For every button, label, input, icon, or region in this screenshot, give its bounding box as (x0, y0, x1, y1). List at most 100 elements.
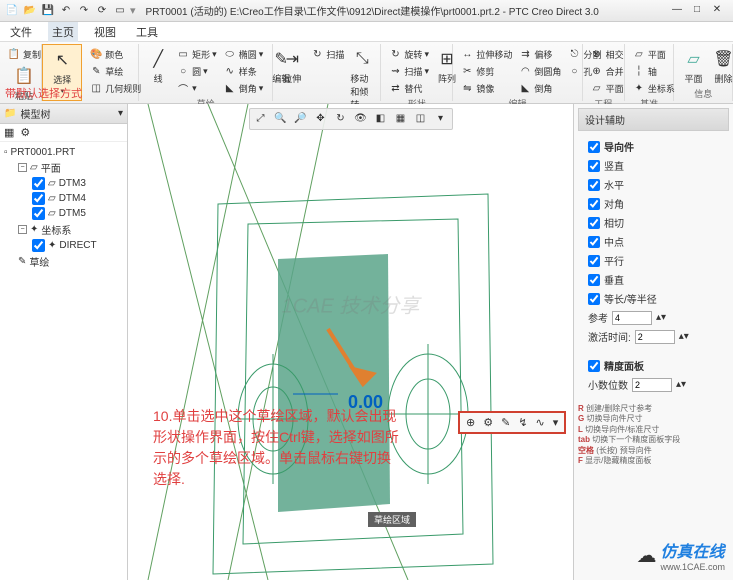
region-tag: 草绘区域 (368, 512, 416, 527)
more-view-icon[interactable]: ▾ (432, 111, 450, 127)
tree-planes[interactable]: −▱平面 (4, 159, 123, 176)
maximize-icon[interactable]: □ (689, 4, 705, 18)
snap-check-4[interactable] (588, 236, 600, 248)
rotate-icon[interactable]: ↻ (332, 111, 350, 127)
zoom-in-icon[interactable]: 🔍 (272, 111, 290, 127)
ctx-tool-5[interactable]: ∿ (536, 416, 545, 429)
copy-button[interactable]: 📋复制 (6, 46, 42, 62)
minimize-icon[interactable]: — (669, 4, 685, 18)
move-button[interactable]: ↔拉伸移动 (459, 46, 513, 62)
ctx-tool-2[interactable]: ⚙ (483, 416, 493, 429)
menu-view[interactable]: 视图 (90, 22, 120, 42)
tree-menu-icon[interactable]: ▾ (118, 108, 123, 119)
sketch-btn[interactable]: ✎草绘 (88, 63, 142, 79)
graphics-canvas[interactable]: ⤢ 🔍 🔎 ✥ ↻ 👁 ◧ ▦ ◫ ▾ (128, 104, 573, 580)
annotation-red-label: 带默认选择方式 (5, 85, 82, 101)
cancel-button[interactable]: 🗑删除 (710, 46, 733, 86)
geom-rule-btn[interactable]: ◫几何规则 (88, 80, 142, 96)
tree-dtm3[interactable]: ▱DTM3 (4, 176, 123, 191)
ctx-tool-1[interactable]: ⊕ (466, 416, 475, 429)
hidden-icon[interactable]: ◫ (412, 111, 430, 127)
move-tilt-button[interactable]: ⤡移动和倾转 (349, 46, 375, 112)
sweep-button[interactable]: ↻扫描 (309, 46, 345, 62)
ref-spinner[interactable] (612, 311, 652, 325)
line-button[interactable]: ╱线 (145, 46, 171, 86)
intersect-button[interactable]: ⊗相交 (589, 46, 625, 62)
color-button[interactable]: 🎨颜色 (88, 46, 142, 62)
menu-home[interactable]: 主页 (48, 22, 78, 42)
shade-icon[interactable]: ◧ (372, 111, 390, 127)
snap-check-0[interactable] (588, 160, 600, 172)
shell-button[interactable]: ▱平面 (589, 80, 625, 96)
shortcut-legend: R 创建/删除尺寸参考G 切换导向件尺寸L 切换导向件/标准尺寸tab 切换下一… (578, 404, 729, 466)
trim-button[interactable]: ✂修剪 (459, 63, 513, 79)
snap-check-6[interactable] (588, 274, 600, 286)
undo-icon[interactable]: ↶ (58, 3, 74, 19)
revolve-button[interactable]: ↻旋转▾ (387, 46, 430, 62)
context-toolbar: ⊕ ⚙ ✎ ↯ ∿ ▾ (458, 411, 566, 434)
tree-filter-icon[interactable]: ▦ (4, 126, 14, 139)
ctx-tool-4[interactable]: ↯ (518, 416, 527, 429)
guide-check[interactable] (588, 141, 600, 153)
axis-button[interactable]: ╎轴 (631, 63, 676, 79)
ctx-tool-3[interactable]: ✎ (501, 416, 510, 429)
precision-check[interactable] (588, 360, 600, 372)
tree-settings-icon[interactable]: ⚙ (20, 126, 30, 139)
regen-icon[interactable]: ⟳ (94, 3, 110, 19)
menu-bar: 文件 主页 视图 工具 (0, 22, 733, 42)
tree-dtm5[interactable]: ▱DTM5 (4, 206, 123, 221)
tree-csys-direct[interactable]: ✦DIRECT (4, 238, 123, 253)
circle-button[interactable]: ○圆▾ (175, 63, 218, 79)
menu-tools[interactable]: 工具 (132, 22, 162, 42)
snap-check-2[interactable] (588, 198, 600, 210)
close-win-icon[interactable]: ▭ (112, 3, 128, 19)
save-icon[interactable]: 💾 (40, 3, 56, 19)
tree-header: 📁 模型树 ▾ (0, 104, 127, 124)
view-toolbar: ⤢ 🔍 🔎 ✥ ↻ 👁 ◧ ▦ ◫ ▾ (249, 108, 453, 130)
plane-button[interactable]: ▱平面 (631, 46, 676, 62)
decimals-spinner[interactable] (632, 378, 672, 392)
snap-check-7[interactable] (588, 293, 600, 305)
tree-sketch[interactable]: ✎草绘 (4, 253, 123, 270)
arc-button[interactable]: ⌒▾ (175, 80, 218, 96)
redo-icon[interactable]: ↷ (76, 3, 92, 19)
spline-button[interactable]: ∿样条 (222, 63, 265, 79)
quick-access-toolbar: 📄 📂 💾 ↶ ↷ ⟳ ▭ ▾ PRT0001 (活动的) E:\Creo工作目… (0, 0, 733, 22)
ctx-tool-6[interactable]: ▾ (553, 416, 559, 429)
tree-dtm4[interactable]: ▱DTM4 (4, 191, 123, 206)
model-tree-panel: 📁 模型树 ▾ ▦ ⚙ ▫PRT0001.PRT −▱平面 ▱DTM3 ▱DTM… (0, 104, 128, 580)
snap-check-5[interactable] (588, 255, 600, 267)
snap-check-3[interactable] (588, 217, 600, 229)
close-icon[interactable]: ✕ (709, 4, 725, 18)
new-icon[interactable]: 📄 (4, 3, 20, 19)
window-title: PRT0001 (活动的) E:\Creo工作目录\工作文件\0912\Dire… (138, 3, 667, 18)
chamfer-button[interactable]: ◣倒角▾ (222, 80, 265, 96)
ribbon: 📋复制 📋粘贴 剪贴板 ↖选择▾ 🎨颜色 ✎草绘 ◫几何规则 ╱线 ▭矩形▾ ○… (0, 42, 733, 104)
rect-button[interactable]: ▭矩形▾ (175, 46, 218, 62)
edit-chamfer-button[interactable]: ◣倒角 (517, 80, 562, 96)
zoom-out-icon[interactable]: 🔎 (292, 111, 310, 127)
csys-button[interactable]: ✦坐标系 (631, 80, 676, 96)
tree-icon: 📁 (4, 108, 16, 119)
ellipse-button[interactable]: ⬭椭圆▾ (222, 46, 265, 62)
round-button[interactable]: ◠倒圆角 (517, 63, 562, 79)
pan-icon[interactable]: ✥ (312, 111, 330, 127)
mirror-button[interactable]: ⇋镜像 (459, 80, 513, 96)
open-icon[interactable]: 📂 (22, 3, 38, 19)
view-icon[interactable]: 👁 (352, 111, 370, 127)
snap-check-1[interactable] (588, 179, 600, 191)
zoom-fit-icon[interactable]: ⤢ (252, 111, 270, 127)
wireframe-icon[interactable]: ▦ (392, 111, 410, 127)
extend-button[interactable]: ⇥拉伸 (279, 46, 305, 86)
ok-button[interactable]: ▱平面 (680, 46, 706, 86)
tree-csys[interactable]: −✦坐标系 (4, 221, 123, 238)
merge-button[interactable]: ⊕合并 (589, 63, 625, 79)
replace-button[interactable]: ⇄替代 (387, 80, 430, 96)
tree-toolbar: ▦ ⚙ (0, 124, 127, 142)
offset-button[interactable]: ⇉偏移 (517, 46, 562, 62)
tree-root[interactable]: ▫PRT0001.PRT (4, 146, 123, 159)
tree-title: 模型树 (20, 106, 50, 121)
shape-sweep-button[interactable]: ⇝扫描▾ (387, 63, 430, 79)
menu-file[interactable]: 文件 (6, 22, 36, 42)
active-spinner[interactable] (635, 330, 675, 344)
